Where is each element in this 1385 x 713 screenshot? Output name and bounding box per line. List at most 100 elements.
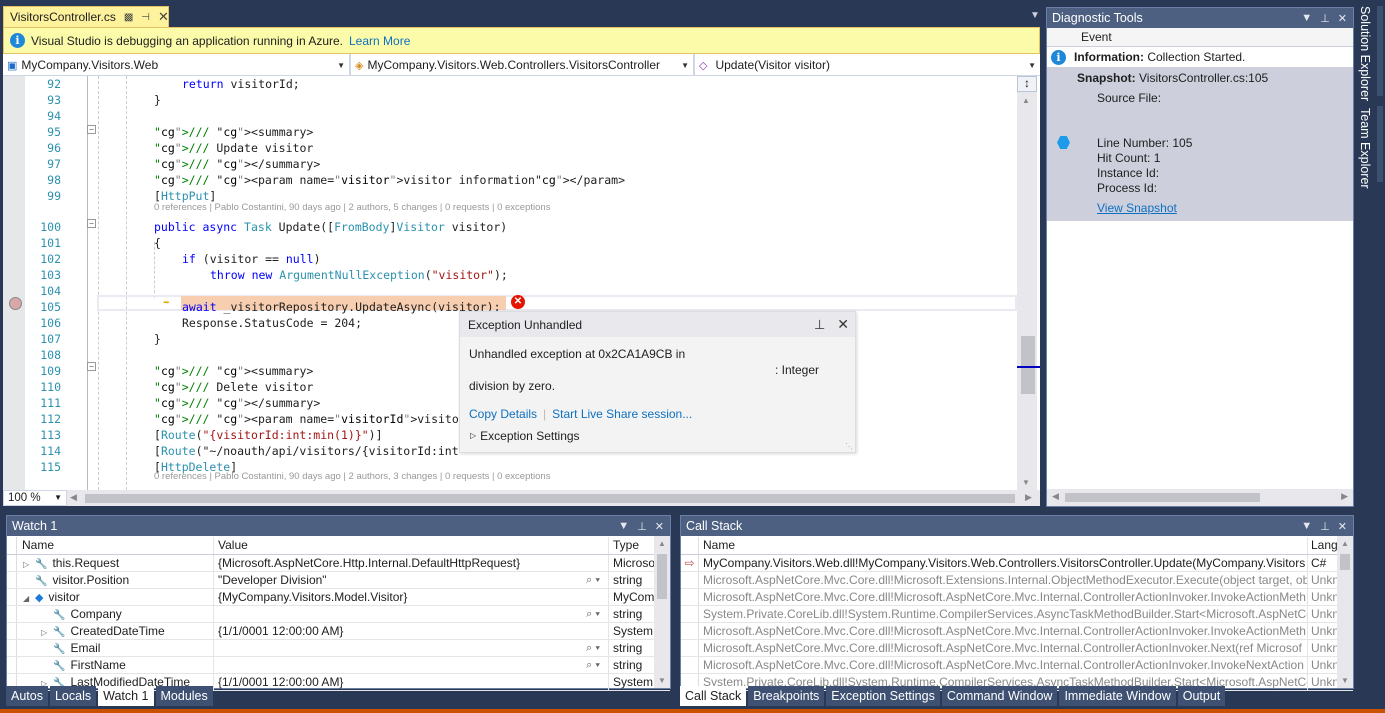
dropdown-icon[interactable]: ▼ <box>618 520 629 533</box>
editor-vertical-scrollbar[interactable] <box>1017 76 1037 490</box>
event-column-header[interactable]: Event <box>1047 28 1353 47</box>
code-line[interactable]: 93} <box>3 92 1018 108</box>
scrollbar-thumb[interactable] <box>1065 493 1260 502</box>
scroll-right-icon[interactable]: ▶ <box>1025 492 1032 503</box>
column-header-type[interactable]: Type <box>609 537 655 554</box>
watch-row[interactable]: 🔧 Company ⌕ ▾ string <box>7 606 670 623</box>
scroll-up-icon[interactable]: ▲ <box>658 539 666 548</box>
callstack-row[interactable]: Microsoft.AspNetCore.Mvc.Core.dll!Micros… <box>681 657 1353 674</box>
close-icon[interactable]: ✕ <box>655 520 664 533</box>
split-window-icon[interactable]: ↕ <box>1017 76 1037 92</box>
watch-row[interactable]: 🔧 Email ⌕ ▾ string <box>7 640 670 657</box>
tab-output[interactable]: Output <box>1177 686 1226 706</box>
column-header-language[interactable]: Lang <box>1308 537 1338 554</box>
pin-icon[interactable]: ⊣ <box>141 12 150 23</box>
code-line[interactable]: 94 <box>3 108 1018 124</box>
watch-value[interactable]: "Developer Division" ⌕ ▾ <box>214 572 609 588</box>
scroll-left-icon[interactable]: ◀ <box>70 492 77 503</box>
scroll-left-icon[interactable]: ◀ <box>1052 491 1059 502</box>
pin-icon[interactable]: ⊥ <box>637 520 647 533</box>
class-dropdown[interactable]: ◈ MyCompany.Visitors.Web.Controllers.Vis… <box>351 54 695 76</box>
event-row-snapshot[interactable]: Snapshot: VisitorsController.cs:105 Sour… <box>1047 67 1353 221</box>
code-line[interactable]: 96 "cg">/// Update visitor <box>3 140 1018 156</box>
scrollbar-thumb[interactable] <box>1021 336 1035 394</box>
callstack-row[interactable]: Microsoft.AspNetCore.Mvc.Core.dll!Micros… <box>681 623 1353 640</box>
collapse-toggle[interactable]: − <box>87 219 96 228</box>
scroll-down-icon[interactable]: ▼ <box>1022 478 1030 487</box>
code-line[interactable]: 103 throw new ArgumentNullException("visi… <box>3 267 1018 283</box>
pin-icon[interactable]: ⊥ <box>814 317 825 333</box>
column-header-value[interactable]: Value <box>214 536 609 554</box>
collapse-toggle[interactable]: − <box>87 125 96 134</box>
tab-immediate-window[interactable]: Immediate Window <box>1059 686 1176 706</box>
project-dropdown[interactable]: ▣ MyCompany.Visitors.Web ▼ <box>3 54 351 76</box>
column-header-name[interactable]: Name <box>17 536 214 554</box>
callstack-vertical-scrollbar[interactable]: ▲ ▼ <box>1337 536 1353 688</box>
watch-row[interactable]: 🔧 FirstName ⌕ ▾ string <box>7 657 670 674</box>
collapse-arrow-icon[interactable]: ◢ <box>23 590 35 606</box>
tab-call-stack[interactable]: Call Stack <box>680 686 747 706</box>
scrollbar-thumb[interactable] <box>1340 554 1350 570</box>
watch-value[interactable]: {Microsoft.AspNetCore.Http.Internal.Defa… <box>214 555 609 571</box>
column-header-name[interactable]: Name <box>699 536 1308 554</box>
close-icon[interactable]: ✕ <box>1338 12 1347 25</box>
dropdown-icon[interactable]: ▼ <box>1301 12 1312 25</box>
tab-autos[interactable]: Autos <box>6 686 48 706</box>
expand-arrow-icon[interactable]: ▷ <box>41 624 53 640</box>
scroll-down-icon[interactable]: ▼ <box>658 676 666 685</box>
view-snapshot-link[interactable]: View Snapshot <box>1097 201 1177 215</box>
code-line[interactable]: 102 if (visitor == null) <box>3 251 1018 267</box>
exception-settings-expander[interactable]: ▷ Exception Settings <box>470 429 580 443</box>
diag-horizontal-scrollbar[interactable]: ◀ ▶ <box>1047 489 1353 506</box>
collapse-toggle[interactable]: − <box>87 362 96 371</box>
code-line[interactable]: 98 "cg">/// "cg"><param name="visitor">vi… <box>3 172 1018 188</box>
scroll-down-icon[interactable]: ▼ <box>1341 676 1349 685</box>
watch-value[interactable]: {1/1/0001 12:00:00 AM} <box>214 623 609 639</box>
watch-row[interactable]: ▷ 🔧 this.Request {Microsoft.AspNetCore.Http… <box>7 555 670 572</box>
pin-icon[interactable]: ⊥ <box>1320 520 1330 533</box>
tab-locals[interactable]: Locals <box>49 686 97 706</box>
code-line[interactable]: 101 { <box>3 235 1018 251</box>
expand-arrow-icon[interactable]: ▷ <box>23 556 35 572</box>
pin-icon[interactable]: ⊥ <box>1320 12 1330 25</box>
event-row-information[interactable]: i Information: Collection Started. <box>1047 47 1353 67</box>
tab-exception-settings[interactable]: Exception Settings <box>826 686 940 706</box>
watch-row[interactable]: ▷ 🔧 CreatedDateTime {1/1/0001 12:00:00 AM} S… <box>7 623 670 640</box>
zoom-level-dropdown[interactable]: 100 % ▼ <box>3 490 67 506</box>
watch-value[interactable]: {MyCompany.Visitors.Model.Visitor} <box>214 589 609 605</box>
callstack-row[interactable]: Microsoft.AspNetCore.Mvc.Core.dll!Micros… <box>681 572 1353 589</box>
scroll-right-icon[interactable]: ▶ <box>1341 491 1348 502</box>
solution-explorer-tab[interactable]: Solution Explorer <box>1358 6 1372 101</box>
resize-grip-icon[interactable]: ⋱ <box>845 442 853 451</box>
text-visualizer-icon[interactable]: ⌕ ▾ <box>586 640 600 656</box>
close-icon[interactable]: ✕ <box>158 9 169 25</box>
close-icon[interactable]: ✕ <box>1338 520 1347 533</box>
callstack-row[interactable]: Microsoft.AspNetCore.Mvc.Core.dll!Micros… <box>681 640 1353 657</box>
tab-watch-1[interactable]: Watch 1 <box>98 686 154 706</box>
callstack-row[interactable]: System.Private.CoreLib.dll!System.Runtim… <box>681 606 1353 623</box>
tab-command-window[interactable]: Command Window <box>941 686 1058 706</box>
scrollbar-thumb[interactable] <box>85 494 1015 503</box>
text-visualizer-icon[interactable]: ⌕ ▾ <box>586 606 600 622</box>
document-list-dropdown-icon[interactable]: ▼ <box>1030 10 1040 21</box>
member-dropdown[interactable]: ◇ Update(Visitor visitor) ▼ <box>695 54 1040 76</box>
code-line[interactable]: 104 <box>3 283 1018 299</box>
watch-value[interactable]: {1/1/0001 12:00:00 AM} <box>214 674 609 690</box>
watch-vertical-scrollbar[interactable]: ▲ ▼ <box>654 536 670 688</box>
code-line[interactable]: 97 "cg">/// "cg"></summary> <box>3 156 1018 172</box>
scroll-up-icon[interactable]: ▲ <box>1022 96 1030 105</box>
watch-row[interactable]: 🔧 visitor.Position "Developer Division" ⌕ ▾… <box>7 572 670 589</box>
code-line[interactable]: 92 return visitorId; <box>3 76 1018 92</box>
snappoint-icon[interactable] <box>9 297 22 310</box>
scroll-up-icon[interactable]: ▲ <box>1341 539 1349 548</box>
code-line[interactable]: 95 "cg">/// "cg"><summary> <box>3 124 1018 140</box>
tab-breakpoints[interactable]: Breakpoints <box>748 686 825 706</box>
scrollbar-thumb[interactable] <box>657 554 667 599</box>
copy-details-link[interactable]: Copy Details <box>469 407 537 421</box>
live-share-link[interactable]: Start Live Share session... <box>552 407 692 421</box>
text-visualizer-icon[interactable]: ⌕ ▾ <box>586 657 600 673</box>
watch-value[interactable]: ⌕ ▾ <box>214 606 609 622</box>
code-line[interactable]: 100 public async Task Update([FromBody]Vi… <box>3 219 1018 235</box>
callstack-row[interactable]: Microsoft.AspNetCore.Mvc.Core.dll!Micros… <box>681 589 1353 606</box>
tab-modules[interactable]: Modules <box>155 686 213 706</box>
